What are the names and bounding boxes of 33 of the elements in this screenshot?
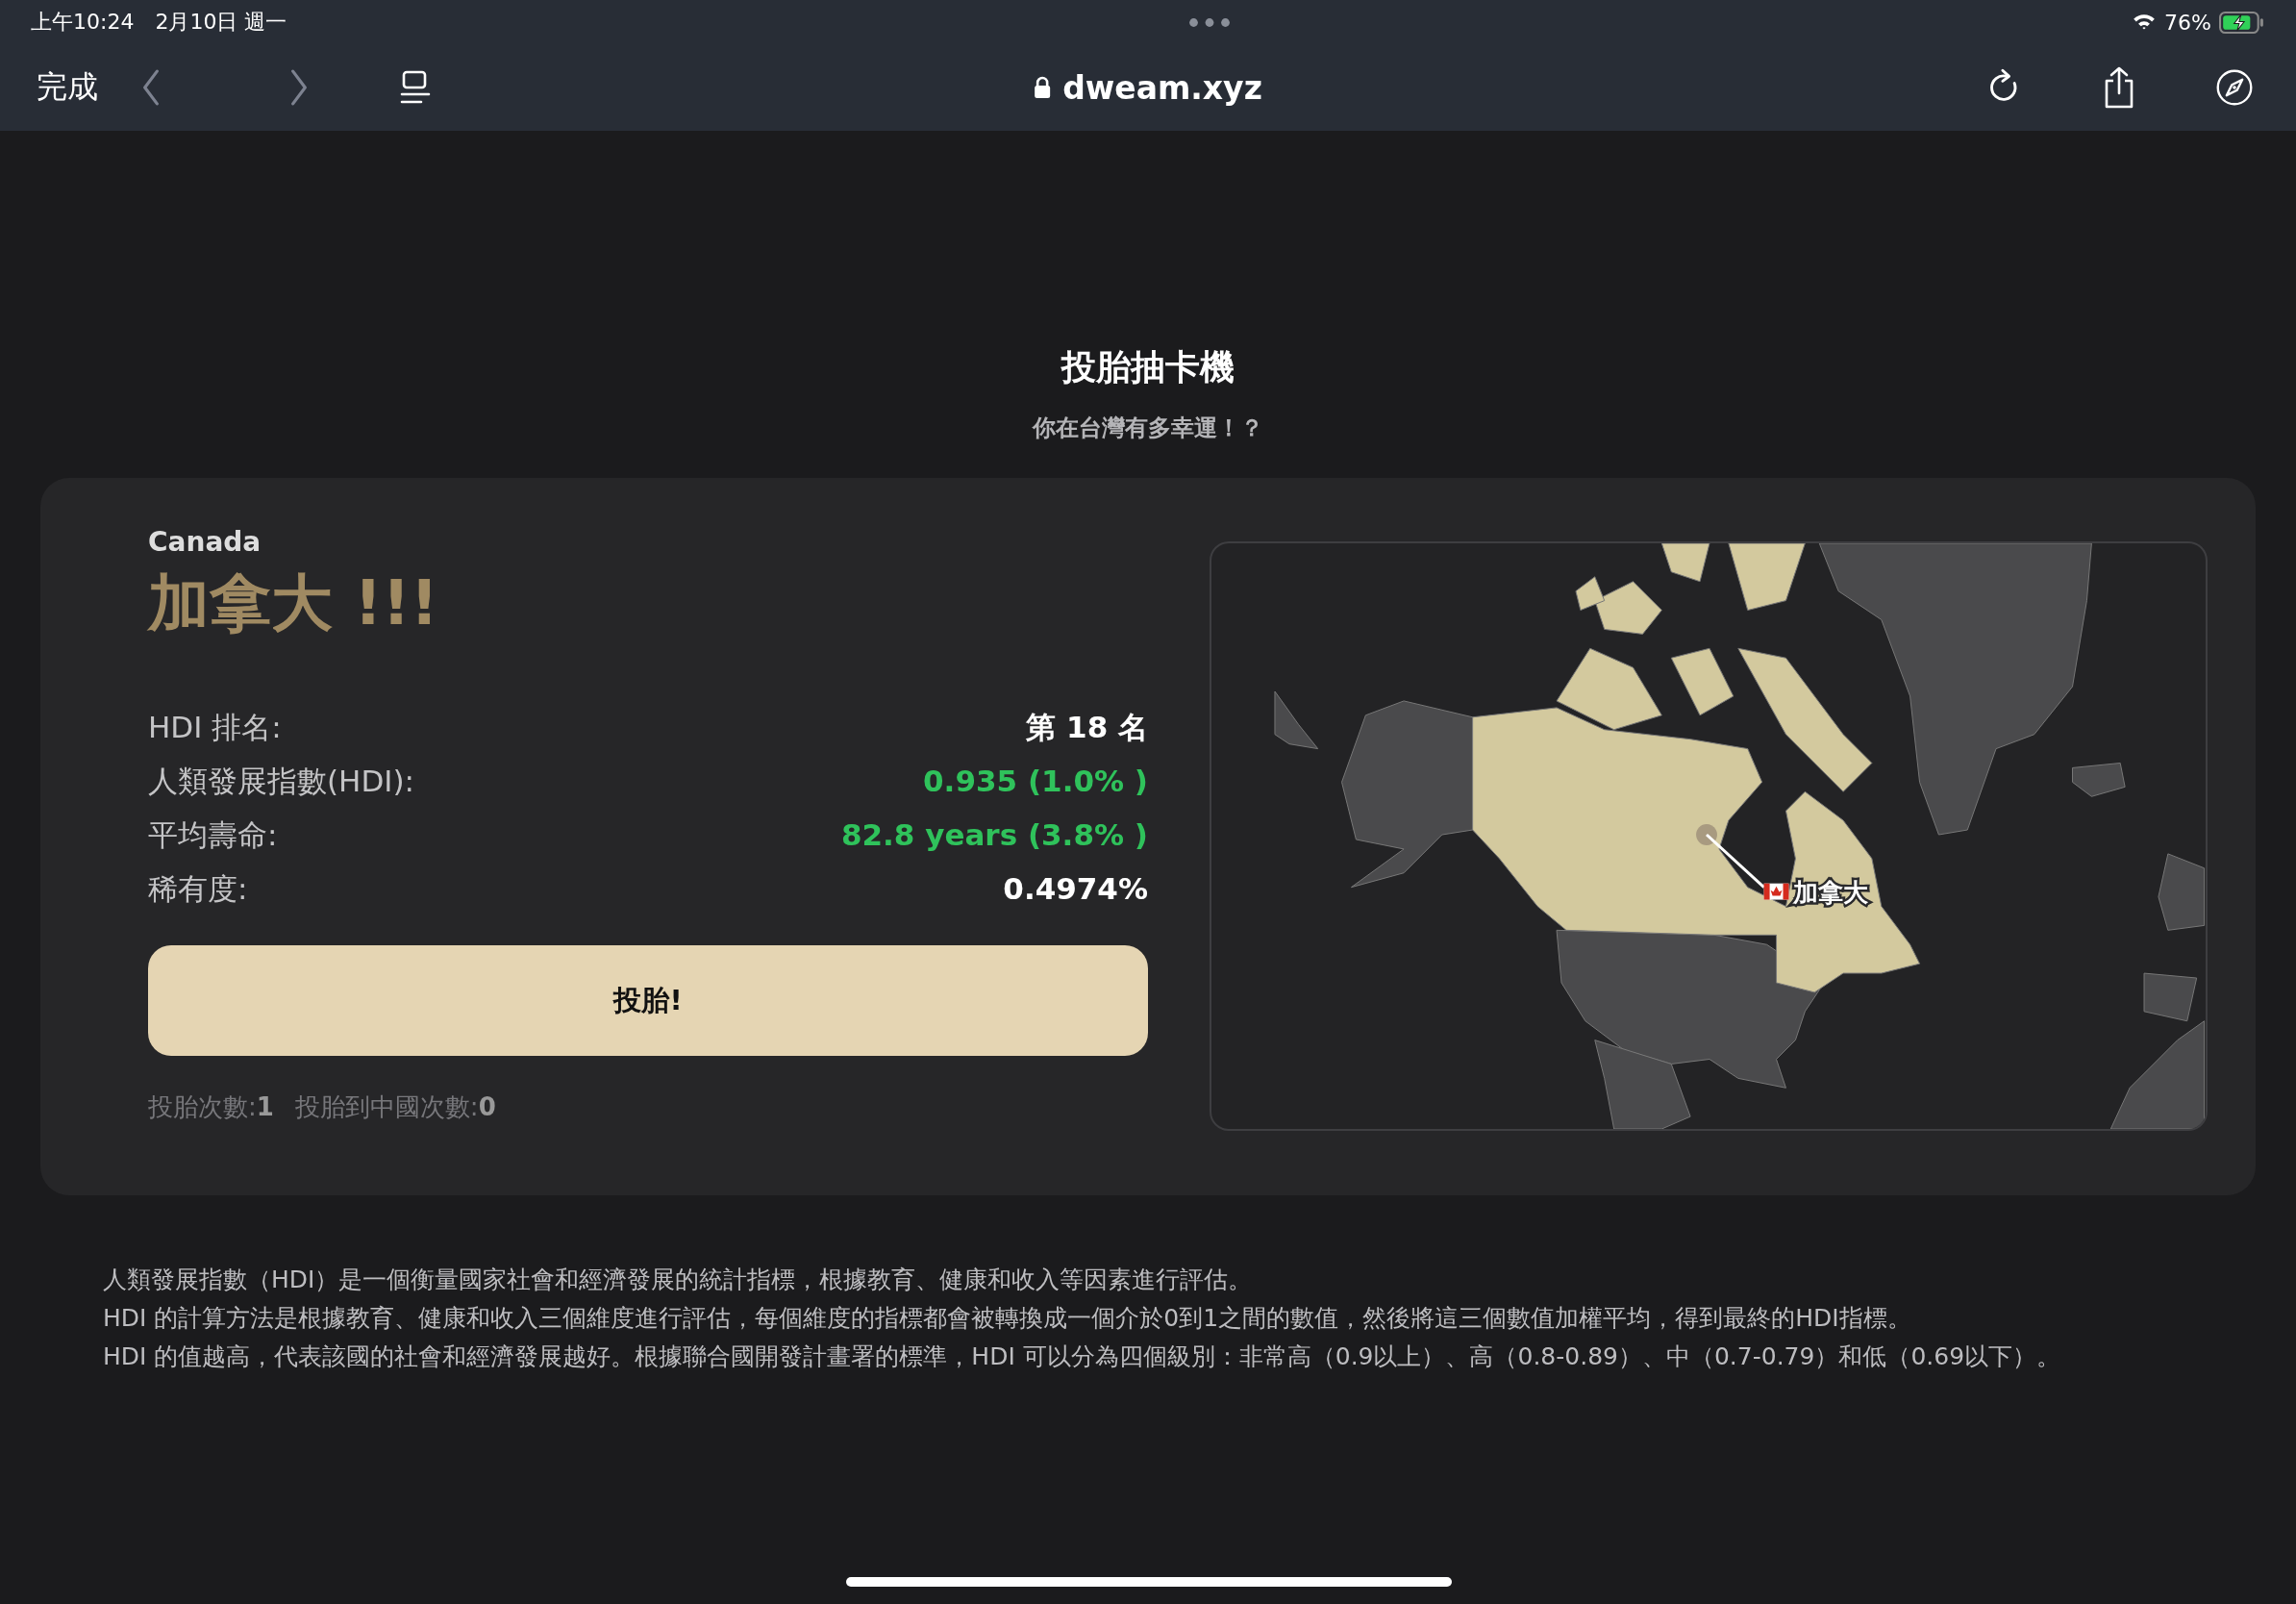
stat-value: 0.935 (1.0% ) <box>923 763 1148 799</box>
map-country-label: 加拿大 <box>1793 877 1869 907</box>
stat-label: 平均壽命: <box>148 816 278 853</box>
page-title: 投胎抽卡機 <box>1060 346 1235 388</box>
country-name-english: Canada <box>148 526 262 558</box>
counter-text: 投胎次數:1 <box>148 1091 274 1123</box>
country-name: 加拿大 !!! <box>148 566 439 640</box>
battery-icon <box>2219 11 2265 34</box>
stat-label: 稀有度: <box>148 870 248 907</box>
counter-text: 投胎到中國次數:0 <box>294 1091 496 1123</box>
page-subtitle: 你在台灣有多幸運！？ <box>1031 414 1264 443</box>
description-text: HDI 的計算方法是根據教育、健康和收入三個維度進行評估，每個維度的指標都會被轉換成一個介於0到1之間的數值，然後將這三個數值加權平均，得到最終的HDI指標。 <box>103 1303 1912 1334</box>
description-text: 人類發展指數（HDI）是一個衡量國家社會和經濟發展的統計指標，根據教育、健康和收入等因素進行評估。 <box>103 1265 1254 1295</box>
stat-value: 82.8 years (3.8% ) <box>840 816 1148 853</box>
status-date: 2月10日 週一 <box>155 9 287 36</box>
stat-label: HDI 排名: <box>148 709 282 745</box>
url-text[interactable]: dweam.xyz <box>1062 68 1262 107</box>
stat-value: 第 18 名 <box>1026 709 1148 745</box>
stat-value: 0.4974% <box>1003 870 1148 907</box>
back-icon[interactable] <box>140 69 162 106</box>
wifi-icon <box>2132 13 2158 32</box>
forward-icon[interactable] <box>288 69 310 106</box>
description-text: HDI 的值越高，代表該國的社會和經濟發展越好。根據聯合國開發計畫署的標準，HDI 可以分為四個級別：非常高（0.9以上）、高（0.8-0.89）、中（0.7-0.79）和低（0.69以下）。 <box>103 1341 2062 1372</box>
more-icon[interactable] <box>1187 16 1231 28</box>
battery-percent: 76% <box>2164 10 2211 35</box>
location-pointer <box>1696 824 1765 889</box>
flag-icon <box>1763 883 1789 900</box>
reincarnate-button[interactable]: 投胎! <box>148 945 1148 1056</box>
status-time: 上午10:24 <box>31 9 135 36</box>
done-button[interactable]: 完成 <box>37 66 98 109</box>
reader-icon[interactable] <box>400 70 431 105</box>
lock-icon <box>1034 76 1052 99</box>
stat-label: 人類發展指數(HDI): <box>148 763 414 799</box>
